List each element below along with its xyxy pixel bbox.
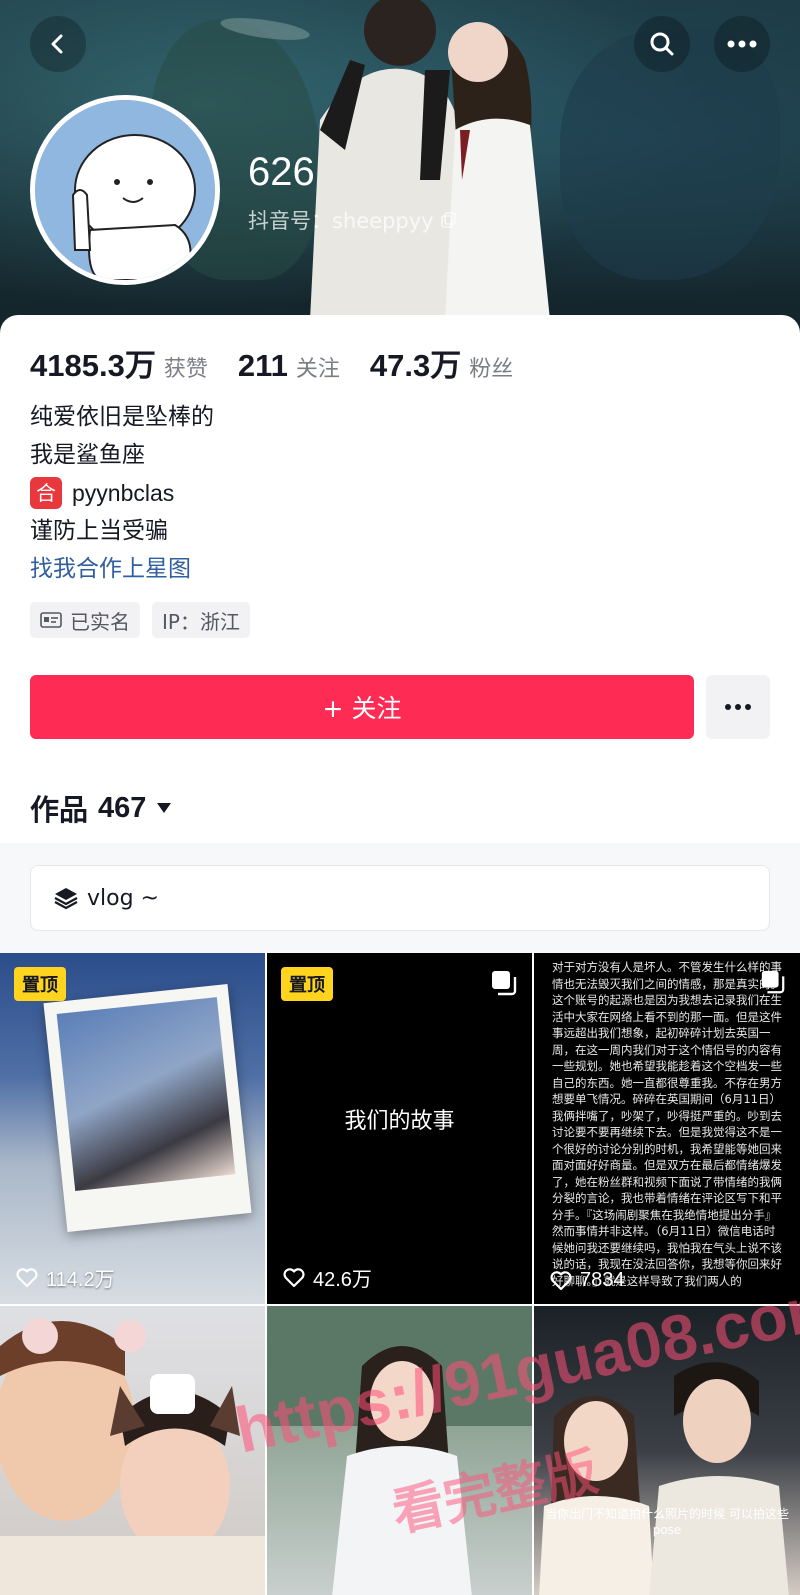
stat-label: 获赞 [163, 357, 208, 382]
profile-card: 4185.3万 获赞 211 关注 47.3万 粉丝 纯爱依旧是坠棒的 我是鲨鱼… [0, 315, 800, 855]
stat-likes[interactable]: 4185.3万 获赞 [30, 340, 208, 385]
nickname: 626 [248, 150, 315, 194]
id-card-icon [40, 612, 62, 628]
verified-tag-label: 已实名 [70, 609, 130, 634]
ellipsis-icon [727, 40, 757, 48]
bio-handle: pyynbclas [72, 480, 175, 506]
statement-text-overlay: 对于对方没有人是坏人。不管发生什么样的事情也无法毁灭我们之间的情感，那是真实的。… [552, 960, 782, 1288]
bio-line: 谨防上当受骗 [30, 518, 168, 544]
heart-icon [550, 1270, 572, 1290]
stat-value: 211 [237, 348, 288, 383]
cooperate-link[interactable]: 找我合作上星图 [30, 550, 214, 588]
stat-label: 粉丝 [469, 357, 514, 382]
polaroid-image [56, 997, 236, 1192]
verified-tag: 已实名 [30, 602, 140, 638]
copy-icon[interactable] [440, 211, 458, 229]
avatar[interactable] [30, 95, 220, 285]
follow-button[interactable]: + 关注 [30, 675, 694, 739]
works-tab[interactable]: 作品 467 [30, 787, 172, 829]
more-options-button[interactable] [714, 16, 770, 72]
stat-followers[interactable]: 47.3万 粉丝 [370, 340, 513, 385]
search-icon [650, 32, 674, 56]
back-button[interactable] [30, 16, 86, 72]
like-count-value: 42.6万 [313, 1269, 372, 1291]
collection-label: vlog ~ [87, 885, 159, 911]
video-thumbnail[interactable] [0, 1306, 265, 1595]
linked-account-badge-icon: 合 [30, 477, 62, 509]
layers-icon [54, 888, 78, 910]
ip-location-tag: IP：浙江 [152, 602, 250, 638]
bio-line: 我是鲨鱼座 [30, 442, 145, 468]
like-count: 114.2万 [16, 1263, 115, 1292]
collection-vlog[interactable]: vlog ~ [30, 865, 770, 931]
more-actions-button[interactable] [706, 675, 770, 739]
heart-icon [283, 1267, 305, 1287]
stat-value: 4185.3万 [30, 348, 156, 383]
avatar-cartoon-icon [35, 100, 215, 280]
stats-row: 4185.3万 获赞 211 关注 47.3万 粉丝 [30, 340, 543, 385]
profile-tags: 已实名 IP：浙江 [30, 602, 250, 638]
pinned-badge: 置顶 [14, 967, 66, 1001]
heart-icon [16, 1267, 38, 1287]
bio-line: 纯爱依旧是坠棒的 [30, 404, 214, 430]
caret-down-icon [157, 803, 172, 813]
like-count: 42.6万 [283, 1263, 372, 1292]
thumbnail-image [0, 1318, 265, 1595]
stat-label: 关注 [295, 357, 340, 382]
collection-section: vlog ~ [0, 843, 800, 955]
like-count-value: 7834 [580, 1269, 625, 1291]
video-title-overlay: 我们的故事 [344, 1109, 455, 1134]
pinned-badge: 置顶 [281, 967, 333, 1001]
stat-value: 47.3万 [369, 348, 462, 383]
video-thumbnail[interactable]: 对于对方没有人是坏人。不管发生什么样的事情也无法毁灭我们之间的情感，那是真实的。… [534, 953, 800, 1304]
bio: 纯爱依旧是坠棒的 我是鲨鱼座 合 pyynbclas 谨防上当受骗 找我合作上星… [30, 398, 214, 588]
like-count-value: 114.2万 [46, 1269, 115, 1291]
back-arrow-icon [51, 34, 63, 54]
collection-multi-icon [761, 970, 785, 994]
bio-handle-line: 合 pyynbclas [30, 474, 214, 512]
video-thumbnail[interactable]: 置顶 我们的故事 42.6万 [267, 953, 532, 1304]
stat-following[interactable]: 211 关注 [238, 348, 340, 384]
profile-cover: 626 抖音号：sheeppyy [0, 0, 800, 345]
search-button[interactable] [634, 16, 690, 72]
works-count: 467 [98, 791, 147, 824]
douyin-id[interactable]: 抖音号：sheeppyy [248, 205, 458, 235]
video-thumbnail[interactable]: 置顶 114.2万 [0, 953, 265, 1304]
like-count: 7834 [550, 1269, 625, 1292]
douyin-id-text: 抖音号：sheeppyy [248, 209, 434, 233]
polaroid-photo [43, 983, 252, 1233]
collection-multi-icon [492, 971, 517, 996]
works-label: 作品 [30, 793, 89, 827]
video-subtitle-overlay: 当你出门不知道拍什么照片的时候 可以拍这些pose [545, 1507, 789, 1537]
ellipsis-icon [725, 704, 751, 710]
